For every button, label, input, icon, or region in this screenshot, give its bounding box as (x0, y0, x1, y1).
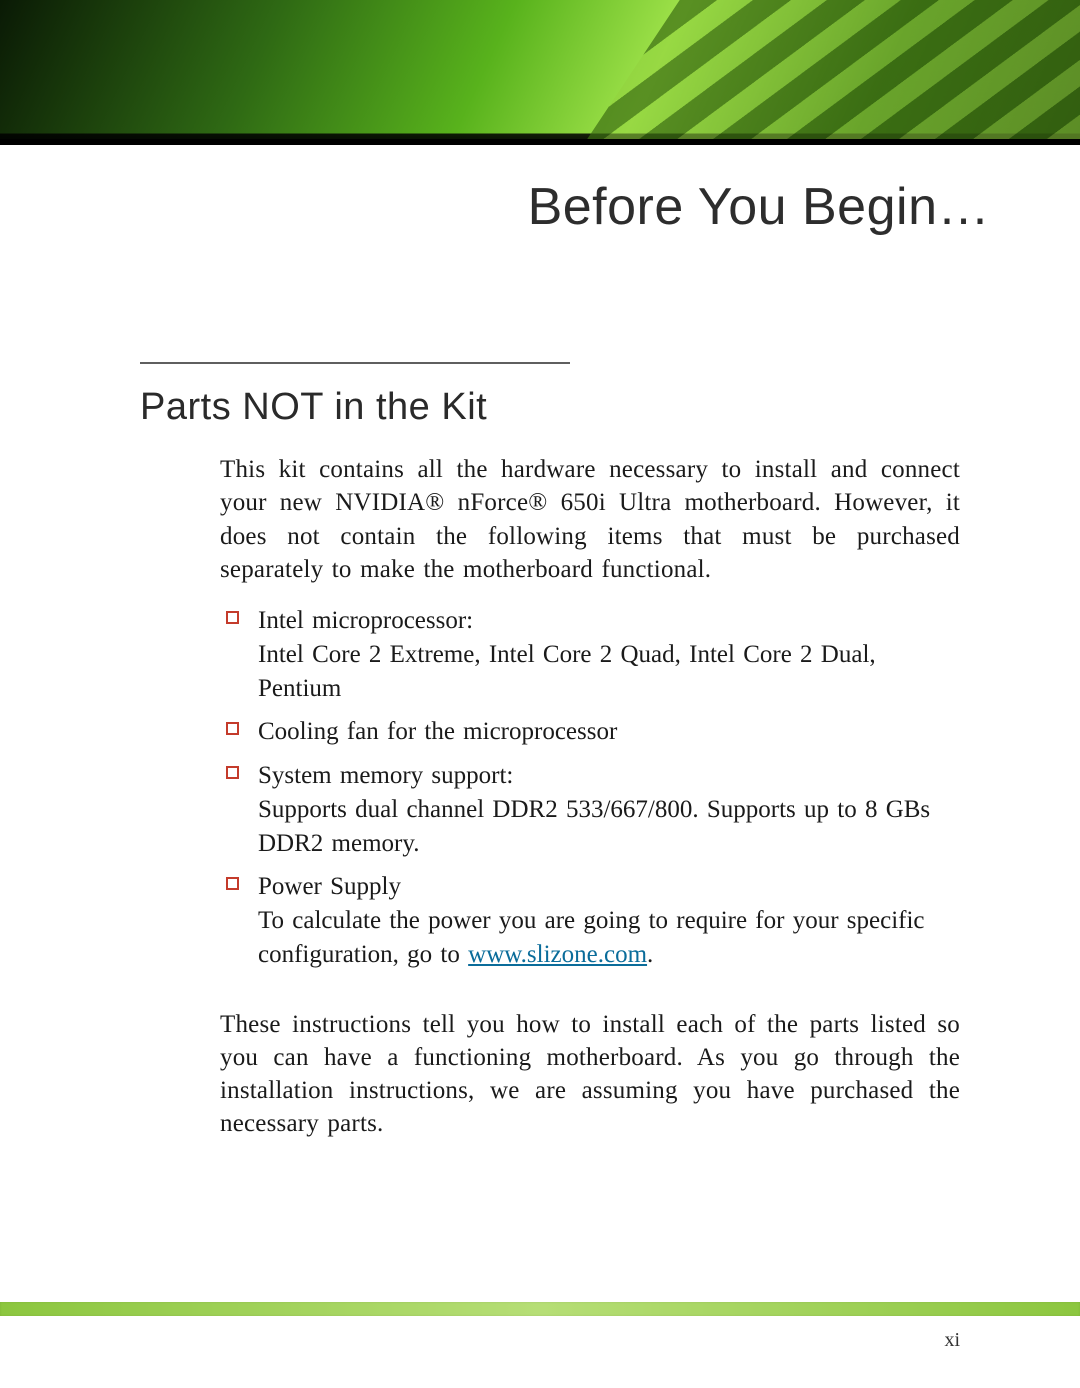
content-area: Parts NOT in the Kit This kit contains a… (140, 362, 960, 1141)
page: Before You Begin… Parts NOT in the Kit T… (0, 0, 1080, 1388)
page-title: Before You Begin… (0, 177, 990, 237)
list-item-lead: System memory support: (258, 762, 513, 789)
list-item-detail: To calculate the power you are going to … (258, 904, 960, 972)
footer-stripe (0, 1302, 1080, 1316)
intro-paragraph: This kit contains all the hardware neces… (220, 453, 960, 586)
bullet-icon (226, 766, 239, 779)
header-banner (0, 0, 1080, 145)
list-item-lead: Power Supply (258, 873, 401, 900)
section-title: Parts NOT in the Kit (140, 362, 570, 429)
list-item-detail-post: . (647, 941, 653, 968)
list-item: System memory support: Supports dual cha… (226, 759, 960, 860)
slizone-link[interactable]: www.slizone.com (468, 941, 647, 968)
list-item: Cooling fan for the microprocessor (226, 715, 960, 749)
list-item-detail: Intel Core 2 Extreme, Intel Core 2 Quad,… (258, 638, 960, 706)
list-item: Power Supply To calculate the power you … (226, 870, 960, 971)
list-item-detail: Supports dual channel DDR2 533/667/800. … (258, 793, 960, 861)
bullet-icon (226, 722, 239, 735)
list-item: Intel microprocessor: Intel Core 2 Extre… (226, 604, 960, 705)
page-number: xi (944, 1329, 960, 1352)
list-item-lead: Intel microprocessor: (258, 607, 473, 634)
section-body: This kit contains all the hardware neces… (220, 453, 960, 1141)
bullet-icon (226, 611, 239, 624)
bullet-icon (226, 877, 239, 890)
list-item-lead: Cooling fan for the microprocessor (258, 718, 617, 745)
bullet-list: Intel microprocessor: Intel Core 2 Extre… (220, 604, 960, 972)
outro-paragraph: These instructions tell you how to insta… (220, 1008, 960, 1141)
